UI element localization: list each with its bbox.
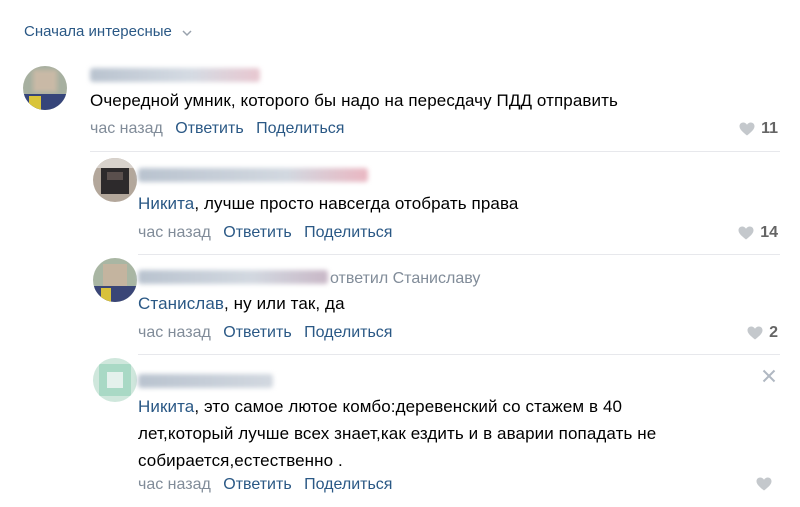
comment-time: час назад (138, 224, 211, 241)
comment-time: час назад (138, 476, 211, 493)
author-name[interactable] (138, 270, 328, 284)
like-button[interactable]: 11 (739, 120, 778, 138)
divider (90, 151, 780, 152)
comment-meta: час назад Ответить Поделиться (138, 324, 392, 342)
author-name[interactable] (90, 68, 260, 82)
divider (138, 254, 780, 255)
heart-icon (738, 226, 754, 240)
reply-button[interactable]: Ответить (175, 120, 243, 137)
like-button[interactable]: 2 (747, 324, 778, 342)
avatar[interactable] (23, 66, 67, 110)
sort-label: Сначала интересные (24, 23, 172, 40)
author-name[interactable] (138, 374, 273, 388)
share-button[interactable]: Поделиться (256, 120, 344, 137)
avatar[interactable] (93, 158, 137, 202)
mention-link[interactable]: Станислав (138, 294, 224, 313)
reply-button[interactable]: Ответить (223, 324, 291, 341)
share-button[interactable]: Поделиться (304, 324, 392, 341)
like-button[interactable] (756, 477, 778, 491)
reply-button[interactable]: Ответить (223, 476, 291, 493)
comment-line: лет,который лучше всех знает,как ездить … (138, 424, 657, 443)
heart-icon (747, 326, 763, 340)
chevron-down-icon (182, 24, 192, 41)
comment-line: Никита, это самое лютое комбо:деревенски… (138, 397, 623, 416)
like-count: 11 (761, 120, 778, 137)
comment-text: Очередной умник, которого бы надо на пер… (90, 91, 618, 110)
comment-time: час назад (138, 324, 211, 341)
comment-meta: час назад Ответить Поделиться (138, 476, 392, 494)
like-count: 14 (760, 224, 778, 241)
comment-time: час назад (90, 120, 163, 137)
comment-text: Никита, это самое лютое комбо:деревенски… (138, 393, 656, 474)
share-button[interactable]: Поделиться (304, 224, 392, 241)
like-button[interactable]: 14 (738, 224, 778, 242)
like-count: 2 (769, 324, 778, 341)
heart-icon (756, 477, 772, 491)
divider (138, 354, 780, 355)
comment-text: Станислав, ну или так, да (138, 294, 345, 313)
reply-to-label[interactable]: ответил Станиславу (330, 270, 480, 288)
author-name[interactable] (138, 168, 368, 182)
sort-dropdown[interactable]: Сначала интересные (24, 23, 192, 41)
mention-link[interactable]: Никита (138, 397, 194, 416)
mention-link[interactable]: Никита (138, 194, 194, 213)
heart-icon (739, 122, 755, 136)
comment-meta: час назад Ответить Поделиться (138, 224, 392, 242)
avatar[interactable] (93, 258, 137, 302)
share-button[interactable]: Поделиться (304, 476, 392, 493)
close-icon[interactable] (762, 366, 776, 389)
comment-line: собирается,естественно . (138, 451, 343, 470)
comment-text: Никита, лучше просто навсегда отобрать п… (138, 194, 519, 213)
comment-meta: час назад Ответить Поделиться (90, 120, 344, 138)
reply-button[interactable]: Ответить (223, 224, 291, 241)
avatar[interactable] (93, 358, 137, 402)
